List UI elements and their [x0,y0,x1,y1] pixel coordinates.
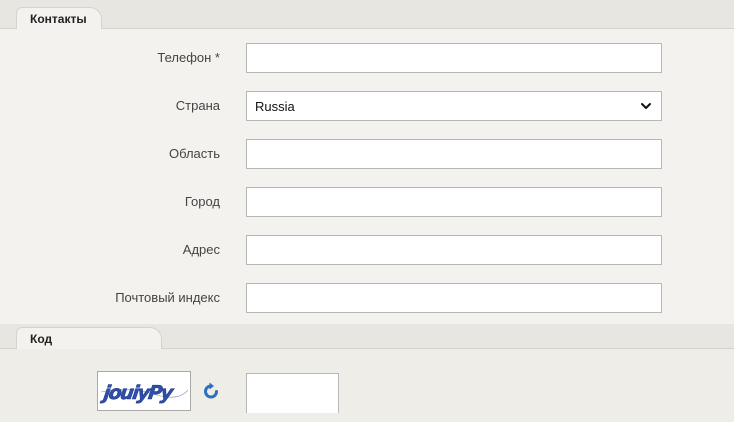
city-row: Город [0,187,734,217]
region-input[interactable] [246,139,662,169]
address-input[interactable] [246,235,662,265]
phone-label: Телефон * [157,50,220,65]
contacts-section-header: Контакты [0,0,734,29]
refresh-icon[interactable] [200,380,222,402]
city-input[interactable] [246,187,662,217]
region-label: Область [168,146,220,161]
chevron-down-icon [641,103,651,109]
contacts-tab[interactable]: Контакты [16,7,102,29]
country-label: Страна [175,98,220,113]
captcha-section-header: Код подтверждения [0,324,734,368]
phone-input[interactable] [246,43,662,73]
region-row: Область [0,139,734,169]
country-row: Страна Russia [0,91,734,121]
country-select[interactable]: Russia [246,91,662,121]
country-selected-value: Russia [255,98,295,114]
address-label: Адрес [182,242,220,257]
captcha-image: jouiyPy [97,371,191,411]
phone-row: Телефон * [0,43,734,73]
captcha-image-svg: jouiyPy [99,381,189,404]
postal-row: Почтовый индекс [0,283,734,313]
address-row: Адрес [0,235,734,265]
captcha-text: jouiyPy [99,381,176,404]
captcha-tab[interactable]: Код подтверждения [16,327,162,368]
postal-input[interactable] [246,283,662,313]
city-label: Город [184,194,220,209]
postal-label: Почтовый индекс [115,290,220,305]
captcha-input[interactable] [246,373,339,413]
